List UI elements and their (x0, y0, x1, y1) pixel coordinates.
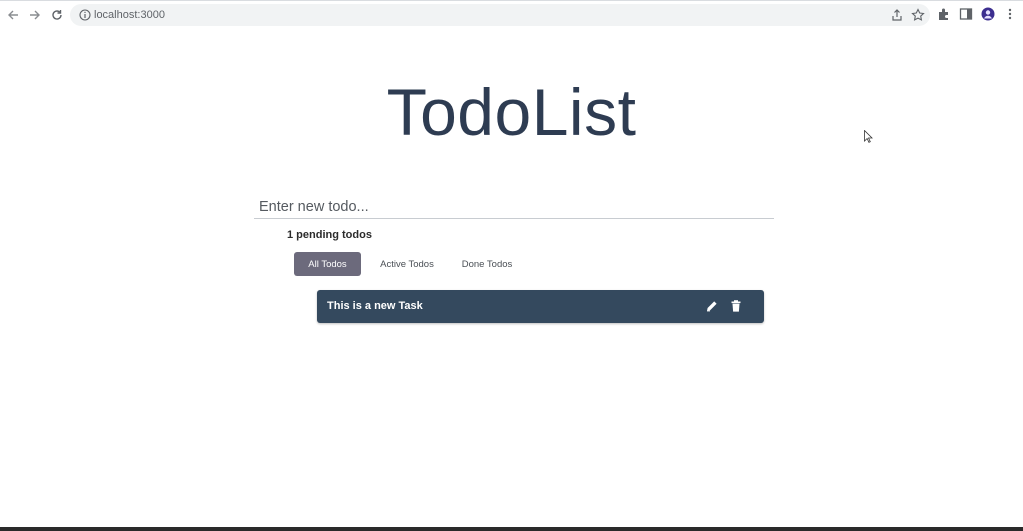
taskbar-edge (0, 527, 1023, 531)
edit-icon[interactable] (705, 299, 719, 313)
browser-toolbar: localhost:3000 (0, 0, 1023, 28)
side-panel-icon[interactable] (959, 7, 973, 21)
url-text[interactable]: localhost:3000 (94, 8, 165, 22)
reload-icon[interactable] (48, 6, 66, 24)
filter-all-todos-button[interactable]: All Todos (294, 252, 361, 276)
profile-icon[interactable] (981, 7, 995, 21)
site-info-icon[interactable] (79, 9, 91, 21)
bookmark-star-icon[interactable] (911, 8, 925, 22)
address-bar[interactable]: localhost:3000 (70, 4, 930, 26)
filter-done-todos-button[interactable]: Done Todos (454, 252, 520, 276)
delete-icon[interactable] (729, 299, 743, 313)
back-icon[interactable] (4, 6, 22, 24)
pending-count: 1 pending todos (287, 229, 372, 241)
menu-icon[interactable] (1003, 7, 1017, 21)
filter-active-todos-button[interactable]: Active Todos (374, 252, 440, 276)
todo-item[interactable]: This is a new Task (317, 290, 764, 323)
new-todo-input[interactable] (254, 195, 774, 219)
share-icon[interactable] (890, 8, 904, 22)
todo-text[interactable]: This is a new Task (327, 300, 423, 312)
forward-icon[interactable] (26, 6, 44, 24)
mouse-cursor-icon (864, 130, 873, 143)
extensions-icon[interactable] (937, 7, 951, 21)
